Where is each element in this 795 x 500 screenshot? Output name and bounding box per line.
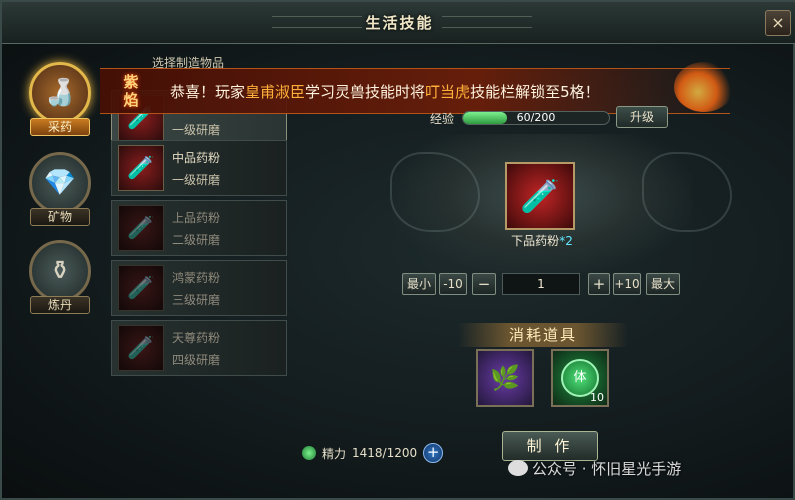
close-button[interactable]: × [765, 10, 791, 36]
tab-mineral[interactable]: 💎 矿物 [20, 152, 100, 226]
title-bar: 生活技能 × [2, 2, 795, 44]
exp-value: 60/200 [516, 111, 556, 124]
item-grade: 四级研磨 [172, 353, 221, 367]
product-count: *2 [559, 234, 573, 248]
tab-label: 矿物 [30, 208, 90, 226]
powder-icon: 🧪 [118, 265, 164, 311]
announcement-badge: 紫 焰 [102, 73, 160, 111]
dragon-right-icon [642, 152, 732, 232]
crystal-icon: 💎 [29, 152, 91, 214]
exp-label: 经验 [430, 112, 455, 126]
energy-label: 精力 [322, 446, 347, 461]
tab-label: 炼丹 [30, 296, 90, 314]
product-name: 下品药粉 [511, 234, 560, 248]
announcement-segment: 恭喜！玩家 [170, 83, 246, 101]
list-item[interactable]: 🧪 中品药粉 一级研磨 [111, 140, 287, 196]
energy-value: 1418/1200 [352, 446, 418, 460]
min-button[interactable]: 最小 [402, 273, 436, 295]
item-name: 中品药粉 [172, 151, 221, 165]
material-slot[interactable]: 🌿 [476, 349, 534, 407]
watermark: 公众号 · 怀旧星光手游 [508, 458, 681, 479]
item-grade: 一级研磨 [172, 173, 221, 187]
item-grade: 三级研磨 [172, 293, 221, 307]
max-button[interactable]: 最大 [646, 273, 680, 295]
item-grade: 一级研磨 [172, 123, 221, 137]
announcement-segment: 学习灵兽技能时将 [305, 83, 426, 101]
powder-icon: 🧪 [118, 205, 164, 251]
powder-icon: 🧪 [520, 177, 560, 215]
add-energy-button[interactable]: + [423, 443, 444, 463]
quantity-input[interactable]: 1 [502, 273, 580, 295]
list-item[interactable]: 🧪 上品药粉 二级研磨 [111, 200, 287, 256]
tab-alchemy[interactable]: ⚱ 炼丹 [20, 240, 100, 314]
furnace-icon: ⚱ [29, 240, 91, 302]
item-name: 鸿蒙药粉 [172, 271, 221, 285]
tab-herb[interactable]: 🍶 采药 [20, 62, 100, 136]
minus10-button[interactable]: -10 [439, 273, 467, 295]
window-title: 生活技能 [365, 14, 434, 32]
list-item[interactable]: 🧪 天尊药粉 四级研磨 [111, 320, 287, 376]
consume-title: 消耗道具 [458, 323, 628, 347]
material-count: 10 [590, 391, 604, 404]
item-name: 天尊药粉 [172, 331, 221, 345]
powder-icon: 🧪 [118, 325, 164, 371]
close-icon: × [771, 13, 785, 32]
skill-window: 生活技能 × 🍶 采药 💎 矿物 ⚱ 炼丹 选择制造物品 🧪 一级研磨 🧪 中品… [0, 0, 795, 500]
energy-icon [302, 446, 316, 460]
tab-label: 采药 [30, 118, 90, 136]
herb-icon: 🍶 [29, 62, 91, 124]
upgrade-button[interactable]: 升级 [616, 106, 668, 128]
item-name: 上品药粉 [172, 211, 221, 225]
plus10-button[interactable]: +10 [613, 273, 641, 295]
herb-bundle-icon: 🌿 [490, 364, 520, 392]
wechat-icon [508, 460, 528, 476]
plus-button[interactable]: + [588, 273, 610, 295]
badge-line: 紫 [123, 73, 139, 91]
badge-line: 焰 [123, 91, 139, 109]
list-item[interactable]: 🧪 鸿蒙药粉 三级研磨 [111, 260, 287, 316]
item-grade: 二级研磨 [172, 233, 221, 247]
player-name: 皇甫淑臣 [245, 83, 306, 101]
product-label: 下品药粉*2 [492, 232, 592, 249]
craft-button[interactable]: 制 作 [502, 431, 598, 461]
minus-button[interactable]: − [472, 273, 496, 295]
flame-icon [674, 62, 734, 112]
pet-name: 叮当虎 [425, 83, 471, 101]
announcement-text: 恭喜！玩家皇甫淑臣学习灵兽技能时将叮当虎技能栏解锁至5格！ [170, 81, 600, 102]
announcement-segment: 技能栏解锁至5格！ [470, 83, 600, 101]
product-slot[interactable]: 🧪 [505, 162, 575, 230]
material-slot[interactable]: 体 10 [551, 349, 609, 407]
watermark-text: 公众号 · 怀旧星光手游 [532, 460, 682, 478]
energy-display: 精力 1418/1200 + [302, 443, 444, 463]
powder-icon: 🧪 [118, 145, 164, 191]
